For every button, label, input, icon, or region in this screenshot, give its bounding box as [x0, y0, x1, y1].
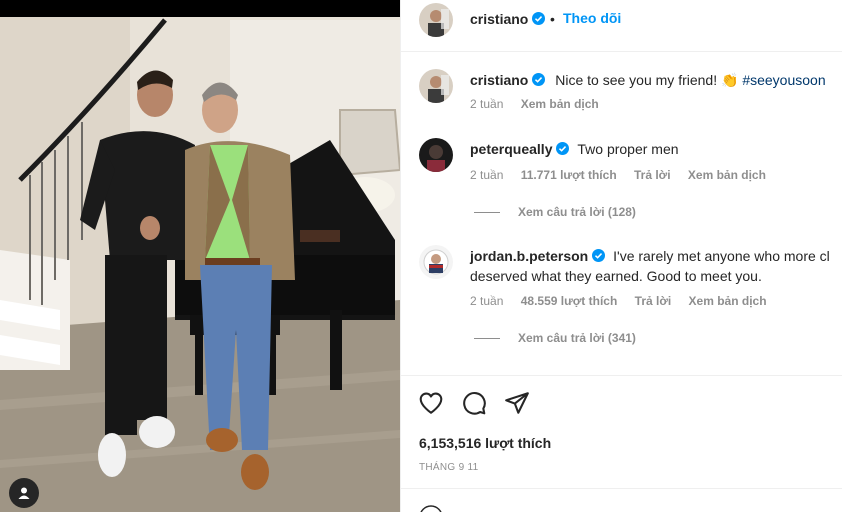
comment-meta: 2 tuần 11.771 lượt thích Trả lời Xem bản… — [470, 168, 780, 182]
comment-text: Two proper men — [577, 141, 679, 157]
author-username[interactable]: cristiano — [470, 11, 528, 27]
view-replies-label: Xem câu trả lời (128) — [518, 205, 636, 219]
bottom-divider — [401, 488, 842, 489]
verified-badge-icon — [556, 142, 570, 155]
header-separator: • — [550, 11, 555, 27]
comment-reply-button[interactable]: Trả lời — [634, 168, 671, 182]
replies-line — [474, 212, 500, 214]
comment-translate-link[interactable]: Xem bản dịch — [689, 294, 767, 308]
caption-avatar[interactable] — [419, 69, 453, 103]
caption-text: Nice to see you my friend! — [555, 72, 721, 88]
comment-icon — [463, 392, 486, 415]
comment-avatar[interactable] — [419, 138, 453, 172]
user-tag-icon — [18, 487, 30, 499]
comment-time[interactable]: 2 tuần — [470, 168, 503, 182]
comment-username[interactable]: jordan.b.peterson — [470, 248, 588, 264]
comment-meta: 2 tuần 48.559 lượt thích Trả lời Xem bản… — [470, 294, 781, 308]
post-side-panel: cristiano • Theo dõi cristiano Nice to s… — [400, 0, 842, 512]
verified-badge-icon — [532, 73, 546, 86]
post-date[interactable]: THÁNG 9 11 — [419, 462, 479, 473]
post-header: cristiano • Theo dõi — [401, 0, 842, 52]
current-user-avatar — [419, 505, 443, 512]
photo-top-strip — [0, 0, 400, 17]
like-count[interactable]: 6,153,516 lượt thích — [419, 435, 551, 451]
verified-badge-icon — [592, 249, 606, 262]
comment-translate-link[interactable]: Xem bản dịch — [688, 168, 766, 182]
verified-badge-icon — [532, 12, 546, 25]
follow-button[interactable]: Theo dõi — [563, 10, 621, 26]
photo-scene — [0, 0, 400, 512]
like-button[interactable] — [418, 390, 444, 416]
comment-time[interactable]: 2 tuần — [470, 294, 503, 308]
replies-line — [474, 338, 500, 340]
post-photo — [0, 0, 400, 512]
comment-text-row: jordan.b.peterson I've rarely met anyone… — [470, 246, 830, 266]
caption-hashtag[interactable]: #seeyousoon — [742, 72, 825, 88]
caption-username[interactable]: cristiano — [470, 72, 528, 88]
comment-username[interactable]: peterqueally — [470, 141, 552, 157]
clapping-emoji: 👏 — [721, 72, 739, 88]
caption-text-row: cristiano Nice to see you my friend! 👏 #… — [470, 70, 826, 90]
comment-text-row: peterqueally Two proper men — [470, 139, 679, 159]
comment-likes[interactable]: 11.771 lượt thích — [521, 168, 617, 182]
actions-divider — [401, 375, 842, 376]
author-username-row[interactable]: cristiano — [470, 11, 546, 27]
paper-plane-icon — [505, 392, 529, 414]
caption-time[interactable]: 2 tuần — [470, 97, 503, 111]
tag-user-button[interactable] — [9, 478, 39, 508]
comment-reply-button[interactable]: Trả lời — [635, 294, 672, 308]
view-replies-button[interactable]: Xem câu trả lời (341) — [474, 331, 636, 345]
comment-button[interactable] — [461, 390, 487, 416]
heart-icon — [419, 392, 443, 414]
view-replies-label: Xem câu trả lời (341) — [518, 331, 636, 345]
comment-avatar[interactable] — [419, 245, 453, 279]
share-button[interactable] — [504, 390, 530, 416]
caption-meta: 2 tuần Xem bản dịch — [470, 97, 613, 111]
view-replies-button[interactable]: Xem câu trả lời (128) — [474, 205, 636, 219]
comment-likes[interactable]: 48.559 lượt thích — [521, 294, 618, 308]
comment-text-continued: deserved what they earned. Good to meet … — [470, 268, 762, 284]
comment-text: I've rarely met anyone who more cl — [613, 248, 830, 264]
author-avatar[interactable] — [419, 3, 453, 37]
caption-translate-link[interactable]: Xem bản dịch — [521, 97, 599, 111]
